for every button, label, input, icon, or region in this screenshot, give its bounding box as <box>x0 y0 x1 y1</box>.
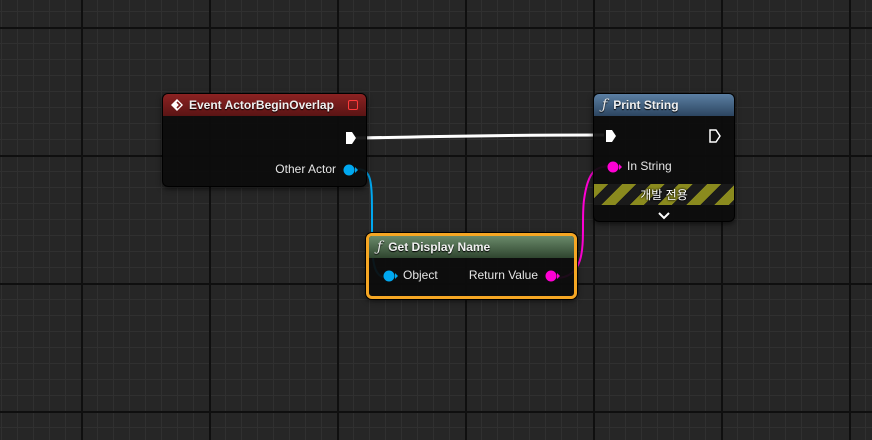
display-name-node-header[interactable]: ƒ Get Display Name <box>369 236 574 258</box>
event-diamond-icon <box>171 99 183 111</box>
function-icon: ƒ <box>602 97 608 113</box>
event-node-header[interactable]: Event ActorBeginOverlap <box>163 94 366 116</box>
object-pin[interactable] <box>383 269 399 287</box>
get-display-name-node[interactable]: ƒ Get Display Name Object Return Value <box>366 233 577 299</box>
event-node-title: Event ActorBeginOverlap <box>189 98 334 112</box>
event-actor-begin-overlap-node[interactable]: Event ActorBeginOverlap Other Actor <box>162 93 367 187</box>
print-node-header[interactable]: ƒ Print String <box>594 94 734 116</box>
print-node-title: Print String <box>613 98 679 112</box>
exec-out-pin[interactable] <box>709 129 721 148</box>
in-string-label: In String <box>627 159 672 173</box>
function-icon: ƒ <box>377 239 383 255</box>
print-string-node[interactable]: ƒ Print String In String 개발 전용 <box>593 93 735 222</box>
wire-layer <box>355 133 614 279</box>
in-string-pin[interactable] <box>607 160 623 178</box>
other-actor-pin[interactable] <box>343 163 359 181</box>
exec-wire[interactable] <box>355 133 605 140</box>
return-value-label: Return Value <box>468 268 538 282</box>
delegate-square-icon[interactable] <box>348 100 358 110</box>
exec-in-pin[interactable] <box>605 129 617 148</box>
chevron-down-icon[interactable] <box>658 207 670 221</box>
return-value-pin[interactable] <box>545 269 561 287</box>
exec-out-pin[interactable] <box>345 131 357 150</box>
other-actor-label: Other Actor <box>275 162 336 176</box>
object-label: Object <box>403 268 438 282</box>
development-only-banner: 개발 전용 <box>594 184 734 205</box>
display-name-node-title: Get Display Name <box>388 240 491 254</box>
development-only-label: 개발 전용 <box>640 188 688 202</box>
